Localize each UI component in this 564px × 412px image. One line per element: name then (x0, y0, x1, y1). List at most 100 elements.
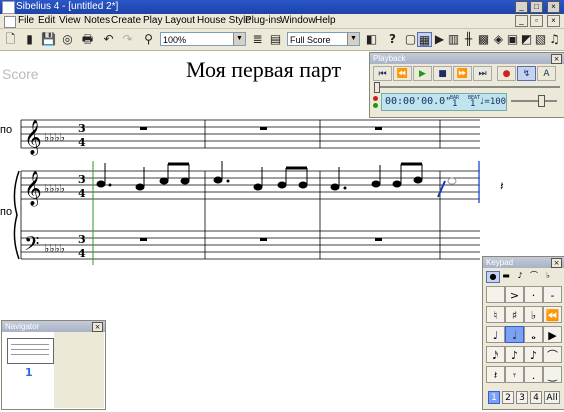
menu-play[interactable]: Play (143, 14, 162, 27)
skip-end-icon[interactable]: ⏭ (473, 66, 492, 81)
keypad-layout-5-icon[interactable]: ♭ (542, 271, 554, 281)
close-button[interactable]: × (547, 1, 560, 13)
live-playback-icon[interactable]: ↯ (517, 66, 536, 81)
keypad-key-quarter-note[interactable]: ♩ (486, 326, 505, 343)
keypad-key-slur[interactable]: ‿ (543, 366, 562, 383)
keypad-key-tie[interactable]: ⌒ (543, 346, 562, 363)
notation-icon[interactable]: ♫ (547, 32, 562, 47)
menu-plug-ins[interactable]: Plug-ins (245, 14, 281, 27)
navigator-icon[interactable]: ▦ (417, 32, 432, 47)
keypad-key-blank[interactable] (486, 286, 505, 303)
stop-icon[interactable]: ■ (433, 66, 452, 81)
panorama-icon[interactable]: ≣ (250, 32, 265, 47)
keypad-key-prev[interactable]: ⏪ (543, 306, 562, 323)
keypad-key-next[interactable]: ▶ (543, 326, 562, 343)
fast-forward-icon[interactable]: ⏩ (453, 66, 472, 81)
keypad-key-whole-note[interactable]: 𝅝 (524, 326, 543, 343)
kontakt-icon[interactable]: ▣ (505, 32, 520, 47)
record-icon[interactable]: ● (497, 66, 516, 81)
play-icon[interactable]: ▶ (413, 66, 432, 81)
keypad-icon[interactable]: ▥ (446, 32, 461, 47)
keypad-layout-2-icon[interactable]: ▬ (500, 271, 512, 281)
playback-window: Playback × ⏮ ⏪ ▶ ■ ⏩ ⏭ ● ↯ A 00:00'00.0"… (369, 52, 564, 118)
menu-edit[interactable]: Edit (38, 14, 55, 27)
svg-text:𝄽: 𝄽 (500, 179, 504, 193)
worksheet-icon[interactable]: ◩ (519, 32, 534, 47)
keypad-tab-1[interactable]: 1 (488, 391, 500, 404)
document-icon[interactable] (4, 16, 16, 28)
navigator-page-thumbnail[interactable] (7, 338, 54, 364)
new-file-icon[interactable]: 🗋 (3, 32, 18, 47)
keypad-key-rest[interactable]: 𝄽 (486, 366, 505, 383)
menu-notes[interactable]: Notes (84, 14, 110, 27)
menu-file[interactable]: File (18, 14, 34, 27)
keypad-key-flat[interactable]: ♭ (524, 306, 543, 323)
keypad-key-natural[interactable]: ♮ (486, 306, 505, 323)
keypad-tab-all[interactable]: All (544, 391, 560, 404)
menu-house-style[interactable]: House Style (197, 14, 251, 27)
keypad-tab-2[interactable]: 2 (502, 391, 514, 404)
svg-text:4: 4 (78, 136, 86, 149)
keypad-key-dot[interactable]: . (524, 366, 543, 383)
video-icon[interactable]: ▩ (476, 32, 491, 47)
tempo-thumb[interactable] (538, 95, 545, 107)
keypad-key-sharp[interactable]: ♯ (505, 306, 524, 323)
chevron-down-icon[interactable]: ▼ (347, 33, 359, 45)
keypad-key-half-note[interactable]: 𝅗𝅥 (505, 326, 524, 343)
timeline-thumb[interactable] (374, 82, 380, 93)
doc-restore-button[interactable]: ▫ (530, 15, 543, 27)
keypad-key-accent[interactable]: > (505, 286, 524, 303)
keypad-key-sixteenth-note[interactable]: 𝅘𝅥𝅯 (486, 346, 505, 363)
help-icon[interactable]: ? (385, 32, 400, 47)
menu-create[interactable]: Create (111, 14, 141, 27)
playback-close-button[interactable]: × (551, 54, 562, 64)
playback-icon[interactable]: ▶ (432, 32, 447, 47)
redo-icon[interactable]: ↷ (120, 32, 135, 47)
keypad-key-tenuto[interactable]: - (543, 286, 562, 303)
chord-icon[interactable]: ▧ (533, 32, 548, 47)
play-indicator-icon (373, 103, 378, 108)
page-view-icon[interactable]: ▤ (268, 32, 283, 47)
keypad-key-staccato[interactable]: · (524, 286, 543, 303)
save-icon[interactable]: 💾 (41, 32, 56, 47)
cd-icon[interactable]: ◎ (60, 32, 75, 47)
title-bar: Sibelius 4 - [untitled 2*] _ □ × (0, 0, 564, 14)
menu-layout[interactable]: Layout (165, 14, 195, 27)
doc-minimize-button[interactable]: _ (515, 15, 528, 27)
keypad-close-button[interactable]: × (551, 258, 562, 268)
keypad-key-eighth-rest[interactable]: 𝄾 (505, 366, 524, 383)
keypad-layout-4-icon[interactable]: ⌒ (528, 271, 540, 281)
rewind-icon[interactable]: ⏪ (393, 66, 412, 81)
view-select[interactable]: Full Score ▼ (287, 32, 360, 46)
keypad-layout-1-icon[interactable]: ● (486, 271, 500, 283)
minimize-button[interactable]: _ (515, 1, 528, 13)
ideas-icon[interactable]: ◈ (491, 32, 506, 47)
keypad-tab-3[interactable]: 3 (516, 391, 528, 404)
time-display: 00:00'00.0" BAR 1 BEAT 1 ♩=100 (381, 93, 507, 111)
tempo-slider[interactable] (511, 100, 557, 102)
mixer-icon[interactable]: ╫ (461, 32, 476, 47)
menu-window[interactable]: Window (280, 14, 316, 27)
properties-icon[interactable]: ▢ (403, 32, 418, 47)
performance-icon[interactable]: A (537, 66, 556, 81)
chevron-down-icon[interactable]: ▼ (233, 33, 245, 45)
zoom-select[interactable]: 100% ▼ (160, 32, 246, 46)
navigator-close-button[interactable]: × (92, 322, 103, 332)
rewind-start-icon[interactable]: ⏮ (373, 66, 392, 81)
undo-icon[interactable]: ↶ (101, 32, 116, 47)
transpose-icon[interactable]: ◧ (364, 32, 379, 47)
menu-view[interactable]: View (59, 14, 81, 27)
maximize-button[interactable]: □ (530, 1, 543, 13)
open-file-icon[interactable]: ▮ (22, 32, 37, 47)
keypad-key-eighth-note-2[interactable]: ♪ (524, 346, 543, 363)
navigator-empty-area[interactable] (54, 332, 104, 408)
timeline-slider[interactable] (374, 86, 560, 88)
keypad-layout-3-icon[interactable]: ♪ (514, 271, 526, 281)
keypad-key-eighth-note[interactable]: ♪ (505, 346, 524, 363)
print-icon[interactable]: 🖶 (80, 32, 95, 47)
zoom-icon[interactable]: ⚲ (141, 32, 156, 47)
doc-close-button[interactable]: × (547, 15, 560, 27)
keypad-window: Keypad × ● ▬ ♪ ⌒ ♭ > · - ♮ ♯ ♭ ⏪ ♩ 𝅗𝅥 𝅝 … (482, 256, 564, 410)
keypad-tab-4[interactable]: 4 (530, 391, 542, 404)
menu-help[interactable]: Help (315, 14, 336, 27)
